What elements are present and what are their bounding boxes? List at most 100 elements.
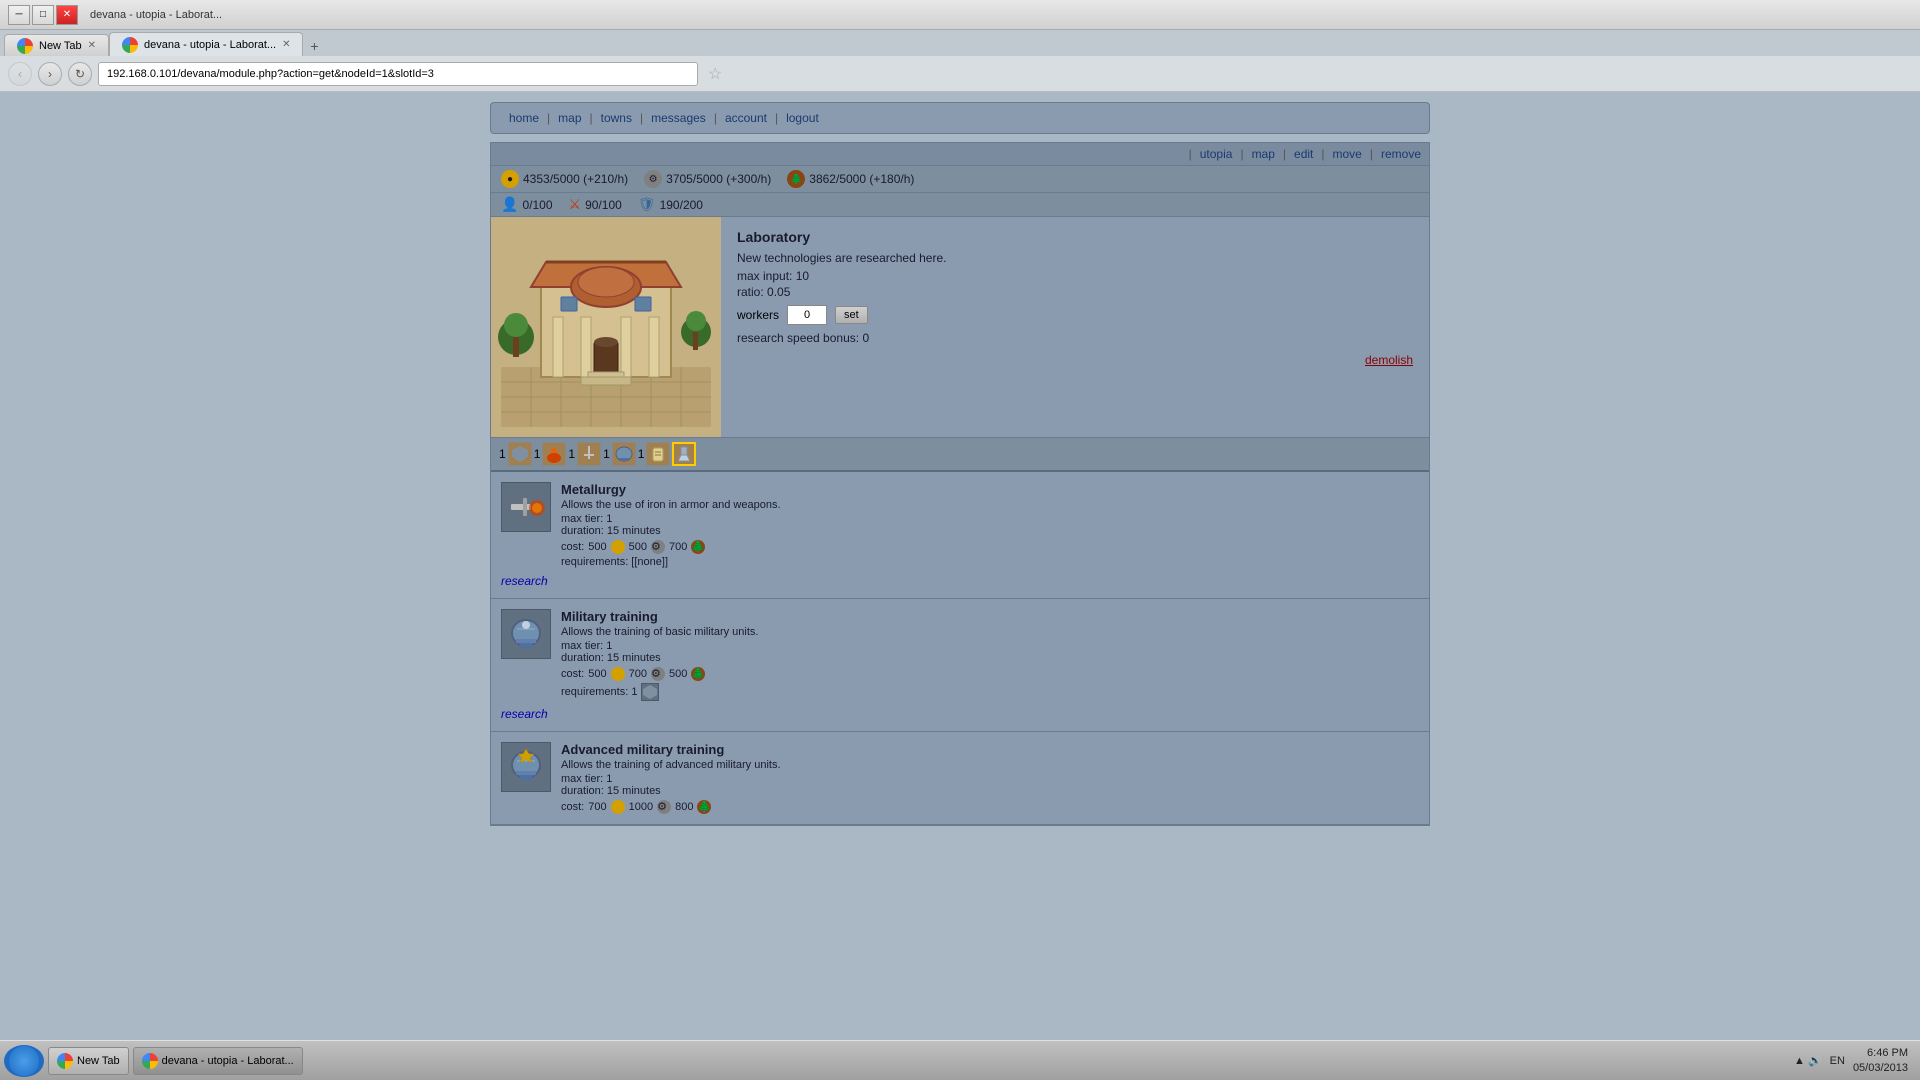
- tab-game-label: devana - utopia - Laborat...: [144, 39, 276, 51]
- military-req-icon: [641, 683, 659, 701]
- nav-messages[interactable]: messages: [645, 109, 712, 127]
- game-navigation: home | map | towns | messages | account …: [490, 102, 1430, 134]
- slot-scroll-icon: [646, 442, 670, 466]
- browser-window: ─ □ ✕ devana - utopia - Laborat... New T…: [0, 0, 1920, 1040]
- military-name: Military training: [561, 609, 1419, 624]
- advanced-details: Advanced military training Allows the tr…: [561, 742, 1419, 814]
- chrome-favicon-game: [122, 37, 138, 53]
- slot-number-2: 1: [534, 447, 541, 461]
- slot-4[interactable]: [612, 442, 636, 466]
- stats-bar: 👤 0/100 ⚔ 90/100 🛡 190/: [491, 193, 1429, 217]
- nav-account[interactable]: account: [719, 109, 773, 127]
- military-iron-icon: ⚙: [651, 667, 665, 681]
- taskbar-new-tab-label: New Tab: [77, 1055, 120, 1067]
- game-page: home | map | towns | messages | account …: [490, 92, 1430, 836]
- slot-3[interactable]: [577, 442, 601, 466]
- advanced-row: Advanced military training Allows the tr…: [501, 742, 1419, 814]
- reload-button[interactable]: ↻: [68, 62, 92, 86]
- slot-5[interactable]: [646, 442, 670, 466]
- metallurgy-icon: [501, 482, 551, 532]
- tab-game-close[interactable]: ✕: [282, 39, 290, 50]
- browser-titlebar: ─ □ ✕ devana - utopia - Laborat...: [0, 0, 1920, 30]
- tab-game[interactable]: devana - utopia - Laborat... ✕: [109, 32, 303, 56]
- slot-sword-icon: [577, 442, 601, 466]
- slot-2[interactable]: [542, 442, 566, 466]
- building-ratio: ratio: 0.05: [737, 285, 1413, 299]
- browser-content: home | map | towns | messages | account …: [0, 92, 1920, 1040]
- workers-row: workers set: [737, 305, 1413, 325]
- advanced-icon: [501, 742, 551, 792]
- advanced-gold-icon: [611, 800, 625, 814]
- top-link-edit[interactable]: edit: [1294, 147, 1313, 161]
- slot-bar: 1 1 1: [491, 437, 1429, 472]
- advanced-duration: duration: 15 minutes: [561, 785, 1419, 797]
- wood-resource: 🌲 3862/5000 (+180/h): [787, 170, 914, 188]
- metallurgy-wood-icon: 🌲: [691, 540, 705, 554]
- new-tab-button[interactable]: +: [303, 36, 325, 56]
- nav-logout[interactable]: logout: [780, 109, 825, 127]
- building-name: Laboratory: [737, 229, 1413, 245]
- military-cost: cost: 500 700 ⚙ 500 🌲: [561, 667, 1419, 681]
- building-image: [491, 217, 721, 437]
- browser-tabs: New Tab ✕ devana - utopia - Laborat... ✕…: [0, 30, 1920, 56]
- nav-home[interactable]: home: [503, 109, 545, 127]
- metallurgy-row: Metallurgy Allows the use of iron in arm…: [501, 482, 1419, 568]
- tab-new-label: New Tab: [39, 40, 82, 52]
- slot-6-active[interactable]: [672, 442, 696, 466]
- top-links-bar: | utopia | map | edit | move | remove: [491, 143, 1429, 166]
- military-requirements: requirements: 1: [561, 683, 1419, 701]
- metallurgy-desc: Allows the use of iron in armor and weap…: [561, 499, 1419, 511]
- military-wood-icon: 🌲: [691, 667, 705, 681]
- demolish-button[interactable]: demolish: [1365, 353, 1413, 367]
- research-list: Metallurgy Allows the use of iron in arm…: [491, 472, 1429, 825]
- tab-new[interactable]: New Tab ✕: [4, 34, 109, 56]
- military-tier: max tier: 1: [561, 640, 1419, 652]
- slot-helm-icon: [612, 442, 636, 466]
- nav-towns[interactable]: towns: [595, 109, 638, 127]
- top-link-utopia[interactable]: utopia: [1200, 147, 1233, 161]
- military-details: Military training Allows the training of…: [561, 609, 1419, 701]
- minimize-button[interactable]: ─: [8, 5, 30, 25]
- workers-input[interactable]: [787, 305, 827, 325]
- military-research-link[interactable]: research: [501, 707, 548, 721]
- address-input[interactable]: [98, 62, 698, 86]
- advanced-desc: Allows the training of advanced military…: [561, 759, 1419, 771]
- start-button[interactable]: [4, 1045, 44, 1077]
- top-link-remove[interactable]: remove: [1381, 147, 1421, 161]
- metallurgy-iron-icon: ⚙: [651, 540, 665, 554]
- metallurgy-name: Metallurgy: [561, 482, 1419, 497]
- advanced-iron-icon: ⚙: [657, 800, 671, 814]
- slot-number-5: 1: [638, 447, 645, 461]
- pop-value: 0/100: [522, 198, 552, 212]
- taskbar: New Tab devana - utopia - Laborat... ▲ 🔊…: [0, 1040, 1920, 1080]
- top-link-map[interactable]: map: [1252, 147, 1275, 161]
- military-action: research: [501, 707, 1419, 721]
- taskbar-icons: ▲ 🔊: [1794, 1054, 1822, 1067]
- slot-number-3: 1: [568, 447, 575, 461]
- attack-value: 90/100: [585, 198, 622, 212]
- metallurgy-research-link[interactable]: research: [501, 574, 548, 588]
- set-button[interactable]: set: [835, 306, 868, 324]
- research-item-advanced: Advanced military training Allows the tr…: [491, 732, 1429, 825]
- forward-button[interactable]: ›: [38, 62, 62, 86]
- slot-number-1: 1: [499, 447, 506, 461]
- chrome-favicon-new: [17, 38, 33, 54]
- top-link-move[interactable]: move: [1333, 147, 1362, 161]
- taskbar-browser[interactable]: devana - utopia - Laborat...: [133, 1047, 303, 1075]
- back-button[interactable]: ‹: [8, 62, 32, 86]
- tab-new-close[interactable]: ✕: [88, 40, 96, 51]
- resources-bar: ● 4353/5000 (+210/h) ⚙ 3705/5000 (+300/h…: [491, 166, 1429, 193]
- window-title: devana - utopia - Laborat...: [90, 9, 222, 21]
- close-button[interactable]: ✕: [56, 5, 78, 25]
- bookmark-icon[interactable]: ☆: [708, 64, 722, 84]
- advanced-cost: cost: 700 1000 ⚙ 800 🌲: [561, 800, 1419, 814]
- taskbar-browser-label: devana - utopia - Laborat...: [162, 1055, 294, 1067]
- slot-1[interactable]: [508, 442, 532, 466]
- nav-map[interactable]: map: [552, 109, 587, 127]
- defense-stat: 🛡 190/200: [638, 196, 703, 213]
- maximize-button[interactable]: □: [32, 5, 54, 25]
- building-max-input: max input: 10: [737, 269, 1413, 283]
- metallurgy-cost: cost: 500 500 ⚙ 700 🌲: [561, 540, 1419, 554]
- taskbar-new-tab[interactable]: New Tab: [48, 1047, 129, 1075]
- window-controls: ─ □ ✕: [8, 5, 78, 25]
